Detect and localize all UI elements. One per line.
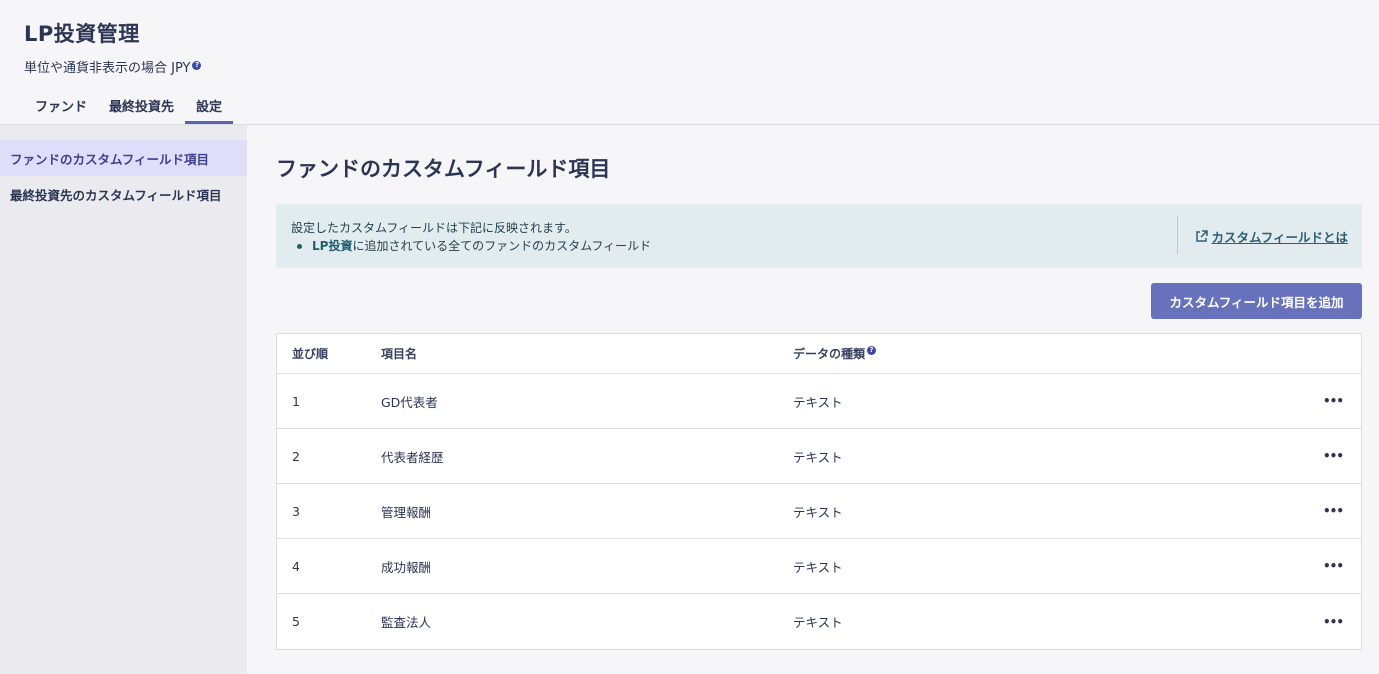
table-row: 4 成功報酬 テキスト ••• [277, 539, 1361, 594]
row-type: テキスト [793, 394, 843, 410]
info-divider [1177, 216, 1178, 254]
column-header-type: データの種類? [793, 334, 877, 373]
info-text: 設定したカスタムフィールドは下記に反映されます。 LP投資に追加されている全ての… [291, 219, 651, 255]
row-order: 1 [292, 393, 300, 409]
sidebar-item-fund-custom-fields[interactable]: ファンドのカスタムフィールド項目 [0, 140, 247, 176]
tab-fund[interactable]: ファンド [24, 90, 98, 124]
row-name: GD代表者 [381, 394, 438, 410]
help-icon[interactable]: ? [192, 60, 202, 70]
sidebar: ファンドのカスタムフィールド項目 最終投資先のカスタムフィールド項目 [0, 125, 247, 674]
row-menu-button[interactable]: ••• [1323, 539, 1344, 593]
help-icon[interactable]: ? [867, 346, 877, 355]
row-name: 成功報酬 [381, 559, 432, 575]
app-title: LP投資管理 [24, 22, 140, 46]
row-type: テキスト [793, 449, 843, 465]
row-order: 2 [292, 448, 300, 464]
info-message: 設定したカスタムフィールドは下記に反映されます。 [291, 221, 577, 235]
top-tabs: ファンド 最終投資先 設定 [24, 90, 234, 125]
row-menu-button[interactable]: ••• [1323, 594, 1344, 649]
table-row: 1 GD代表者 テキスト ••• [277, 374, 1361, 429]
table-row: 2 代表者経歴 テキスト ••• [277, 429, 1361, 484]
info-bullet-bold: LP投資 [312, 239, 353, 253]
bullet-dot [297, 244, 302, 249]
table-row: 3 管理報酬 テキスト ••• [277, 484, 1361, 539]
row-type: テキスト [793, 615, 843, 630]
row-name: 代表者経歴 [381, 449, 444, 465]
page-title: ファンドのカスタムフィールド項目 [276, 157, 611, 181]
info-banner: 設定したカスタムフィールドは下記に反映されます。 LP投資に追加されている全ての… [276, 204, 1362, 268]
column-header-name: 項目名 [381, 347, 418, 361]
sidebar-item-portfolio-custom-fields[interactable]: 最終投資先のカスタムフィールド項目 [0, 176, 247, 212]
row-menu-button[interactable]: ••• [1323, 374, 1344, 428]
row-order: 3 [292, 503, 300, 519]
row-order: 4 [292, 558, 300, 574]
column-header-order: 並び順 [292, 347, 329, 361]
custom-field-help-link[interactable]: カスタムフィールドとは [1195, 227, 1348, 246]
column-header-type-label: データの種類 [793, 347, 866, 361]
app-header: LP投資管理 単位や通貨非表示の場合 JPY? ファンド 最終投資先 設定 [0, 0, 1379, 125]
tab-settings[interactable]: 設定 [185, 90, 234, 124]
currency-note: 単位や通貨非表示の場合 JPY? [24, 57, 202, 76]
row-order: 5 [292, 614, 300, 629]
row-name: 監査法人 [381, 615, 432, 630]
row-type: テキスト [793, 504, 843, 520]
row-type: テキスト [793, 559, 843, 575]
custom-field-help-link-label: カスタムフィールドとは [1211, 230, 1348, 245]
external-link-icon [1196, 230, 1209, 242]
row-menu-button[interactable]: ••• [1323, 429, 1344, 483]
tab-portfolio[interactable]: 最終投資先 [98, 90, 185, 124]
info-bullet-text: に追加されている全てのファンドのカスタムフィールド [352, 239, 652, 253]
row-menu-button[interactable]: ••• [1323, 484, 1344, 538]
table-header: 並び順 項目名 データの種類? [277, 334, 1361, 374]
info-bullet: LP投資に追加されている全てのファンドのカスタムフィールド [291, 237, 651, 255]
table-row: 5 監査法人 テキスト ••• [277, 594, 1361, 649]
custom-field-table: 並び順 項目名 データの種類? 1 GD代表者 テキスト ••• 2 代表者経歴… [276, 333, 1362, 650]
row-name: 管理報酬 [381, 504, 432, 520]
currency-note-text: 単位や通貨非表示の場合 JPY [24, 61, 191, 76]
add-custom-field-button[interactable]: カスタムフィールド項目を追加 [1151, 283, 1362, 319]
